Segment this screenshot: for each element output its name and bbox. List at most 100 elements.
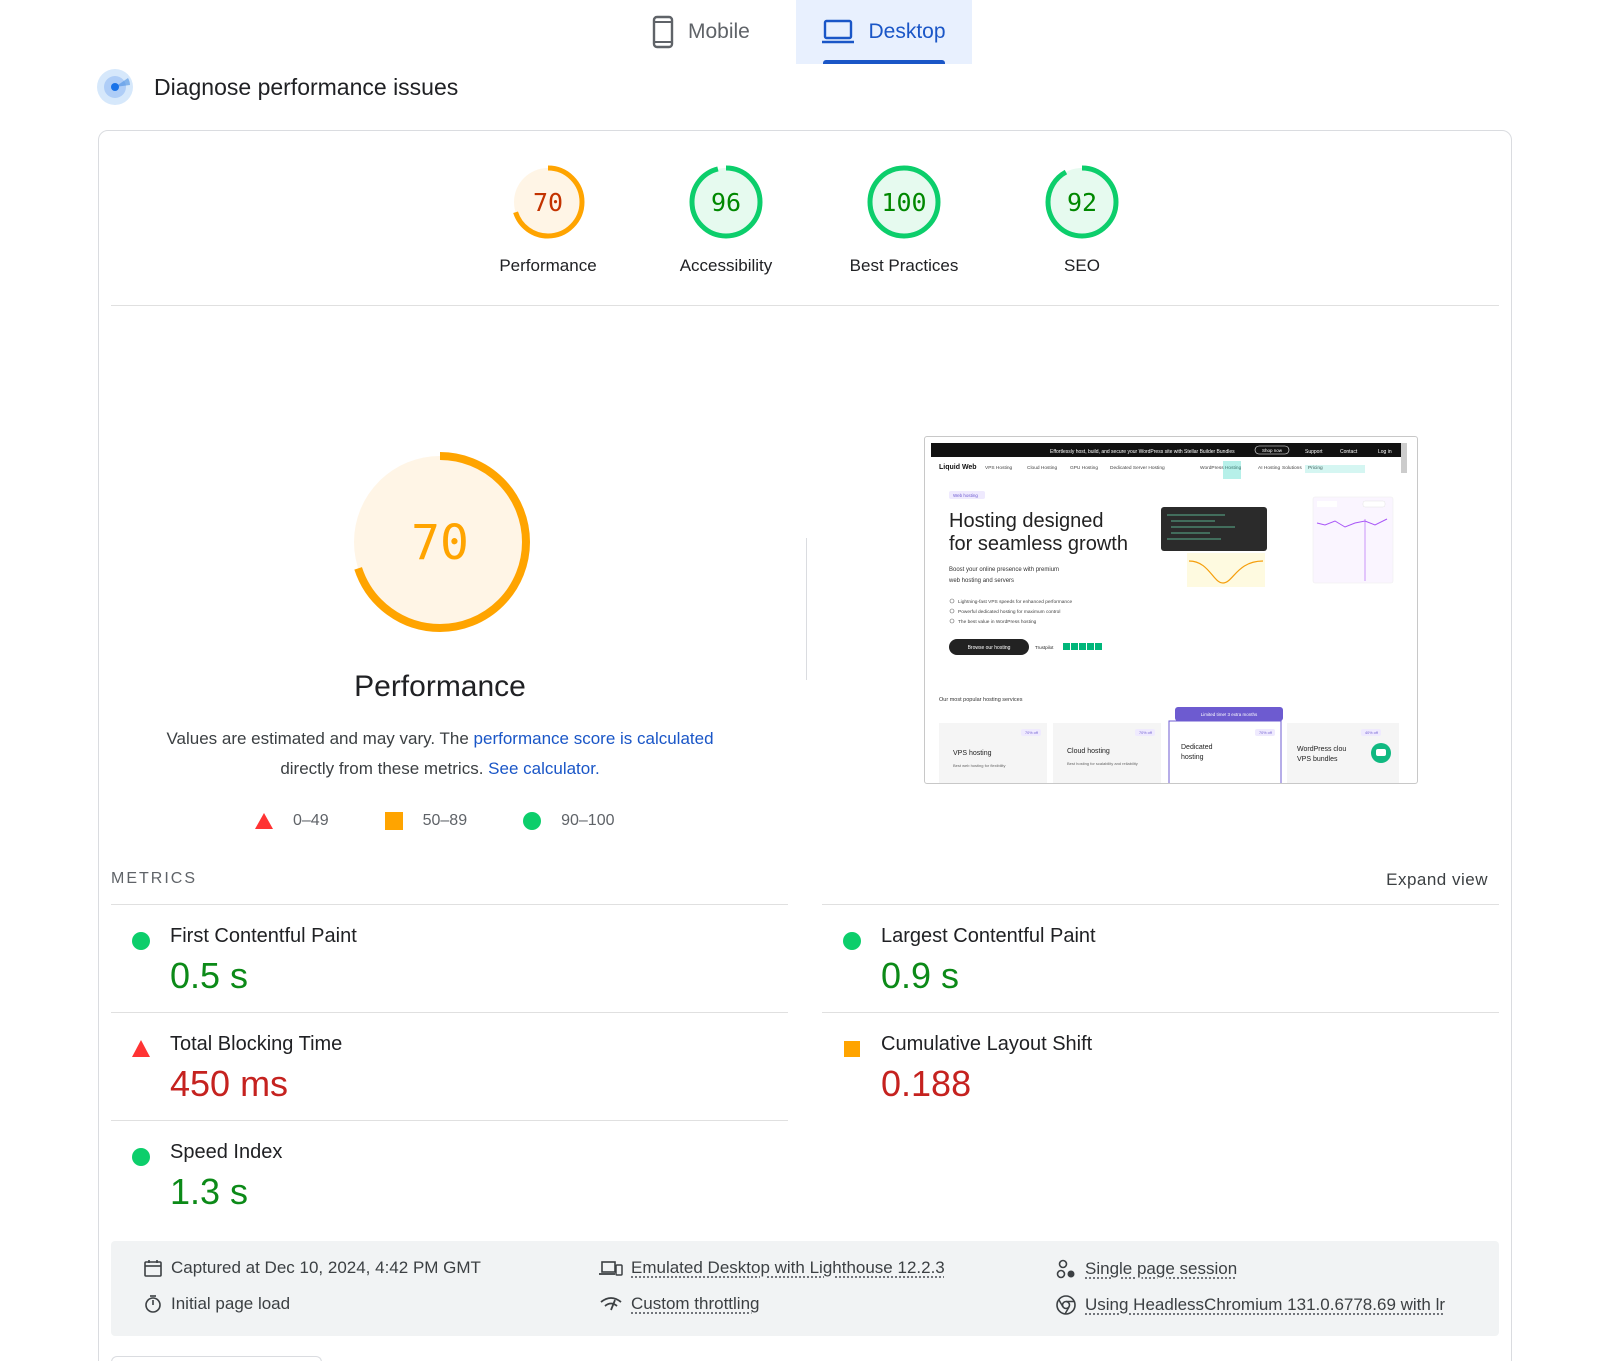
- gauge-best-practices-label: Best Practices: [849, 256, 959, 275]
- orange-square-icon: [844, 1041, 860, 1057]
- shot-nav-1: Cloud Hosting: [1027, 465, 1057, 471]
- gauge-best-practices[interactable]: 100 Best Practices: [824, 164, 984, 276]
- vertical-divider: [806, 538, 807, 680]
- device-tabs: Mobile Desktop: [0, 0, 1600, 64]
- browser-version[interactable]: Using HeadlessChromium 131.0.6778.69 wit…: [1055, 1294, 1445, 1316]
- legend-pass-label: 90–100: [561, 812, 615, 829]
- metric-largest-contentful-paint: Largest Contentful Paint 0.9 s: [822, 904, 1499, 1012]
- shot-card-0-title: VPS hosting: [953, 750, 992, 757]
- shot-bullet-0: Lightning-fast VPS speeds for enhanced p…: [958, 599, 1072, 605]
- shot-trustpilot: Trustpilot: [1035, 645, 1054, 650]
- metrics-right-column: Largest Contentful Paint 0.9 s Cumulativ…: [822, 904, 1499, 1120]
- network-signal-icon: [600, 1297, 622, 1311]
- gauge-seo-label: SEO: [1064, 256, 1100, 275]
- captured-at-text: Captured at Dec 10, 2024, 4:42 PM GMT: [171, 1258, 481, 1277]
- legend-average: 50–89: [384, 812, 467, 830]
- devices-icon: [599, 1261, 623, 1276]
- metric-value: 0.5 s: [170, 955, 249, 996]
- session-users-icon: [1056, 1259, 1075, 1279]
- gauge-performance[interactable]: 70 Performance: [468, 164, 628, 276]
- shot-contact: Contact: [1340, 449, 1358, 455]
- gauge-seo[interactable]: 92 SEO: [1002, 164, 1162, 276]
- initial-page-load: Initial page load: [143, 1294, 290, 1314]
- laptop-icon: [822, 19, 855, 45]
- single-page-session-text: Single page session: [1085, 1259, 1238, 1278]
- desc-text-2: directly from these metrics.: [280, 759, 489, 778]
- shot-card-0-badge: 70% off: [1025, 731, 1039, 735]
- shot-support: Support: [1305, 449, 1323, 455]
- shot-bullet-1: Powerful dedicated hosting for maximum c…: [958, 609, 1060, 615]
- score-legend: 0–49 50–89 90–100: [255, 812, 670, 830]
- green-circle-icon: [132, 932, 150, 950]
- shot-nav-2: GPU Hosting: [1070, 465, 1098, 471]
- tab-mobile[interactable]: Mobile: [652, 0, 784, 64]
- section-title: Diagnose performance issues: [154, 73, 459, 100]
- chrome-icon: [1056, 1295, 1076, 1315]
- performance-score-large: 70: [411, 515, 469, 571]
- custom-throttling[interactable]: Custom throttling: [599, 1294, 760, 1314]
- red-triangle-icon: [132, 1040, 150, 1057]
- shot-nav-5: AI Hosting: [1258, 465, 1280, 471]
- lighthouse-radar-icon: [96, 68, 134, 106]
- divider: [111, 305, 1499, 306]
- desc-text: Values are estimated and may vary. The: [166, 729, 474, 748]
- shot-sub-2: web hosting and servers: [948, 578, 1014, 584]
- single-page-session[interactable]: Single page session: [1055, 1258, 1237, 1280]
- metric-speed-index: Speed Index 1.3 s: [111, 1120, 788, 1228]
- shot-card-2-title-2: hosting: [1181, 754, 1204, 761]
- gauge-seo-ring: 92: [1045, 165, 1119, 239]
- shot-card-2-badge: 70% off: [1259, 731, 1273, 735]
- final-screenshot[interactable]: Effortlessly host, build, and secure you…: [924, 436, 1418, 784]
- shot-nav-6: Solutions: [1282, 465, 1302, 471]
- metric-name: Largest Contentful Paint: [881, 925, 1096, 947]
- metric-total-blocking-time: Total Blocking Time 450 ms: [111, 1012, 788, 1120]
- gauge-accessibility[interactable]: 96 Accessibility: [646, 164, 806, 276]
- metric-cumulative-layout-shift: Cumulative Layout Shift 0.188: [822, 1012, 1499, 1120]
- shot-logo: Liquid Web: [939, 464, 977, 471]
- shot-card-1-badge: 70% off: [1139, 731, 1153, 735]
- shot-topbar-btn: Shop now: [1262, 448, 1283, 453]
- performance-gauge-large: 70: [318, 452, 562, 632]
- orange-square-icon: [384, 812, 403, 830]
- tab-desktop[interactable]: Desktop: [796, 0, 972, 64]
- shot-card-3-badge: 40% off: [1365, 731, 1379, 735]
- captured-at: Captured at Dec 10, 2024, 4:42 PM GMT: [143, 1258, 481, 1278]
- see-calculator-link[interactable]: See calculator.: [488, 759, 600, 778]
- red-triangle-icon: [255, 813, 273, 829]
- gauge-best-practices-score: 100: [881, 188, 926, 217]
- shot-card-2-title: Dedicated: [1181, 744, 1213, 751]
- tab-mobile-label: Mobile: [688, 20, 750, 43]
- shot-headline-2: for seamless growth: [949, 533, 1128, 555]
- emulated-desktop[interactable]: Emulated Desktop with Lighthouse 12.2.3: [599, 1258, 945, 1278]
- shot-badge: Web hosting: [953, 493, 978, 498]
- browser-version-text: Using HeadlessChromium 131.0.6778.69 wit…: [1085, 1295, 1446, 1314]
- initial-page-load-text: Initial page load: [171, 1294, 291, 1313]
- metric-name: Cumulative Layout Shift: [881, 1033, 1093, 1055]
- shot-login: Log in: [1378, 449, 1392, 455]
- metric-value: 0.9 s: [881, 955, 960, 996]
- metric-value: 1.3 s: [170, 1171, 249, 1212]
- section-header: Diagnose performance issues: [96, 66, 458, 108]
- performance-title: Performance: [354, 670, 526, 703]
- gauge-accessibility-label: Accessibility: [679, 256, 773, 275]
- score-calculated-link[interactable]: performance score is calculated: [474, 729, 714, 748]
- metrics-heading: METRICS: [111, 870, 197, 887]
- gauge-performance-label: Performance: [499, 256, 597, 275]
- custom-throttling-text: Custom throttling: [631, 1294, 760, 1313]
- performance-description: Values are estimated and may vary. The p…: [140, 724, 740, 784]
- shot-nav-0: VPS Hosting: [985, 465, 1013, 471]
- shot-bullet-2: The best value in WordPress hosting: [958, 619, 1037, 625]
- metric-name: Total Blocking Time: [170, 1033, 343, 1055]
- metrics-left-column: First Contentful Paint 0.5 s Total Block…: [111, 904, 788, 1228]
- shot-popular: Our most popular hosting services: [939, 697, 1023, 703]
- green-circle-icon: [132, 1148, 150, 1166]
- phone-icon: [652, 15, 674, 49]
- expand-view-button[interactable]: Expand view: [1386, 870, 1488, 890]
- shot-card-3-title-2: VPS bundles: [1297, 756, 1338, 763]
- tab-desktop-label: Desktop: [868, 20, 946, 43]
- shot-headline-1: Hosting designed: [949, 510, 1104, 532]
- gauge-best-practices-ring: 100: [867, 165, 941, 239]
- green-circle-icon: [523, 812, 542, 830]
- gauge-performance-score: 70: [533, 188, 563, 217]
- legend-fail: 0–49: [255, 812, 329, 830]
